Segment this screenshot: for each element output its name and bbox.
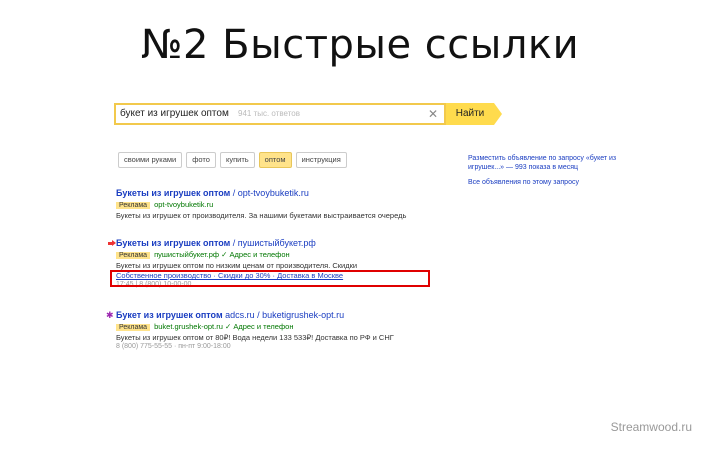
result-snippet: Букеты из игрушек оптом от 80₽! Вода нед… xyxy=(116,333,394,342)
chip-0[interactable]: своими руками xyxy=(118,152,183,168)
ad-badge: Реклама xyxy=(116,202,151,209)
result-url: Реклама opt-tvoybuketik.ru xyxy=(116,200,406,209)
result-title[interactable]: Букет из игрушек оптом adcs.ru / buketig… xyxy=(116,310,394,320)
ad-badge: Реклама xyxy=(116,252,151,259)
quick-links-highlight xyxy=(110,270,430,287)
search-result-3: ✱ Букет из игрушек оптом adcs.ru / buket… xyxy=(106,310,394,350)
sidebar-all-ads-link[interactable]: Все объявления по этому запросу xyxy=(468,178,618,187)
ad-badge: Реклама xyxy=(116,324,151,331)
arrow-right-icon xyxy=(108,240,116,246)
sidebar: Разместить объявление по запросу «букет … xyxy=(468,154,618,193)
search-query: букет из игрушек оптом xyxy=(120,108,229,119)
result-snippet: Букеты из игрушек оптом по низким ценам … xyxy=(116,261,358,270)
chip-2[interactable]: купить xyxy=(219,152,255,168)
result-title[interactable]: Букеты из игрушек оптом / opt-tvoybuketi… xyxy=(116,188,406,198)
sidebar-ad-link[interactable]: Разместить объявление по запросу «букет … xyxy=(468,154,618,172)
search-result-1: Букеты из игрушек оптом / opt-tvoybuketi… xyxy=(116,188,406,220)
search-results-screenshot: букет из игрушек оптом 941 тыс. ответов … xyxy=(106,96,616,366)
search-input[interactable]: букет из игрушек оптом 941 тыс. ответов … xyxy=(114,103,446,125)
result-title[interactable]: Букеты из игрушек оптом / пушистыйбукет.… xyxy=(116,238,357,248)
result-url: Реклама buket.grushek-opt.ru ✓ Адрес и те… xyxy=(116,322,394,331)
query-suggestions: своими руками фото купить оптом инструкция xyxy=(118,152,351,170)
search-bar: букет из игрушек оптом 941 тыс. ответов … xyxy=(114,103,502,125)
result-snippet: Букеты из игрушек от производителя. За н… xyxy=(116,211,407,220)
result-meta: 8 (800) 775-55-55 · пн-пт 9:00-18:00 xyxy=(116,343,231,350)
chip-4[interactable]: инструкция xyxy=(295,152,347,168)
star-icon: ✱ xyxy=(106,310,114,320)
close-icon[interactable]: ✕ xyxy=(428,107,438,121)
slide-title: №2 Быстрые ссылки xyxy=(140,22,580,68)
result-count: 941 тыс. ответов xyxy=(238,109,300,118)
chip-3[interactable]: оптом xyxy=(258,152,292,168)
chip-1[interactable]: фото xyxy=(186,152,216,168)
result-url: Реклама пушистыйбукет.рф ✓ Адрес и телефо… xyxy=(116,250,357,259)
search-button[interactable]: Найти xyxy=(446,103,502,125)
watermark: Streamwood.ru xyxy=(610,420,692,434)
